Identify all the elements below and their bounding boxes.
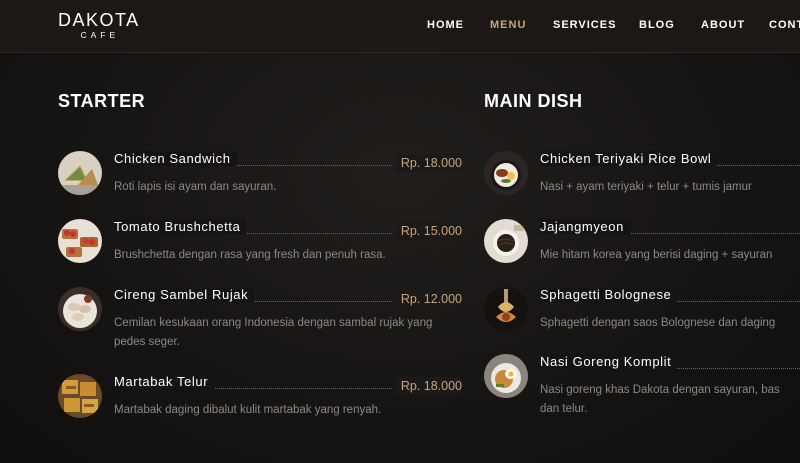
item-name: Cireng Sambel Rujak (114, 287, 255, 302)
nav-menu[interactable]: MENU (490, 19, 526, 31)
sandwich-photo (58, 151, 102, 195)
item-description: Nasi + ayam teriyaki + telur + tumis jam… (540, 181, 752, 193)
nav-blog[interactable]: BLOG (639, 19, 675, 31)
item-name: Sphagetti Bolognese (540, 287, 678, 302)
rice-bowl-photo (484, 151, 528, 195)
menu-section: STARTER Chicken Sandwich Rp. 18.000 Roti… (0, 53, 800, 463)
nav-contact[interactable]: CONT (769, 19, 800, 31)
item-price: Rp. 18.000 (394, 377, 462, 395)
main-dish-title: MAIN DISH (484, 91, 583, 111)
item-price: Rp. 12.000 (394, 290, 462, 308)
item-description: Martabak daging dibalut kulit martabak y… (114, 404, 382, 416)
item-description: Mie hitam korea yang berisi daging + say… (540, 249, 773, 261)
menu-item: Cireng Sambel Rujak Rp. 12.000 Cemilan k… (58, 287, 462, 348)
item-name: Nasi Goreng Komplit (540, 354, 678, 369)
item-name: Tomato Brushchetta (114, 219, 247, 234)
item-description: Nasi goreng khas Dakota dengan sayuran, … (540, 384, 780, 415)
nav-about[interactable]: ABOUT (701, 19, 745, 31)
noodles-photo (484, 219, 528, 263)
menu-item: Chicken Sandwich Rp. 18.000 Roti lapis i… (58, 151, 462, 211)
nav-services[interactable]: SERVICES (553, 19, 616, 31)
cireng-photo (58, 287, 102, 331)
martabak-photo (58, 374, 102, 418)
fried-rice-photo (484, 354, 528, 398)
starter-title: STARTER (58, 91, 146, 111)
item-name: Jajangmyeon (540, 219, 630, 234)
menu-item: Nasi Goreng Komplit Nasi goreng khas Dak… (484, 354, 800, 415)
menu-item: Martabak Telur Rp. 18.000 Martabak dagin… (58, 374, 462, 434)
navbar: DAKOTA CAFE HOME MENU SERVICES BLOG ABOU… (0, 0, 800, 53)
logo-sub-text: CAFE (80, 30, 120, 40)
logo-main-text: DAKOTA (58, 10, 140, 30)
site-logo[interactable]: DAKOTA CAFE (58, 10, 140, 40)
item-name: Chicken Sandwich (114, 151, 237, 166)
item-price: Rp. 15.000 (394, 222, 462, 240)
item-description: Roti lapis isi ayam dan sayuran. (114, 181, 277, 193)
menu-item: Tomato Brushchetta Rp. 15.000 Brushchett… (58, 219, 462, 279)
menu-item: Jajangmyeon Mie hitam korea yang berisi … (484, 219, 800, 279)
nav-home[interactable]: HOME (427, 19, 464, 31)
item-description: Sphagetti dengan saos Bolognese dan dagi… (540, 317, 776, 329)
menu-item: Chicken Teriyaki Rice Bowl Nasi + ayam t… (484, 151, 800, 211)
item-name: Chicken Teriyaki Rice Bowl (540, 151, 718, 166)
item-description: Cemilan kesukaan orang Indonesia dengan … (114, 317, 433, 348)
bruschetta-photo (58, 219, 102, 263)
item-description: Brushchetta dengan rasa yang fresh dan p… (114, 249, 386, 261)
item-price: Rp. 18.000 (394, 154, 462, 172)
menu-item: Sphagetti Bolognese Sphagetti dengan sao… (484, 287, 800, 347)
spaghetti-photo (484, 287, 528, 331)
item-name: Martabak Telur (114, 374, 215, 389)
